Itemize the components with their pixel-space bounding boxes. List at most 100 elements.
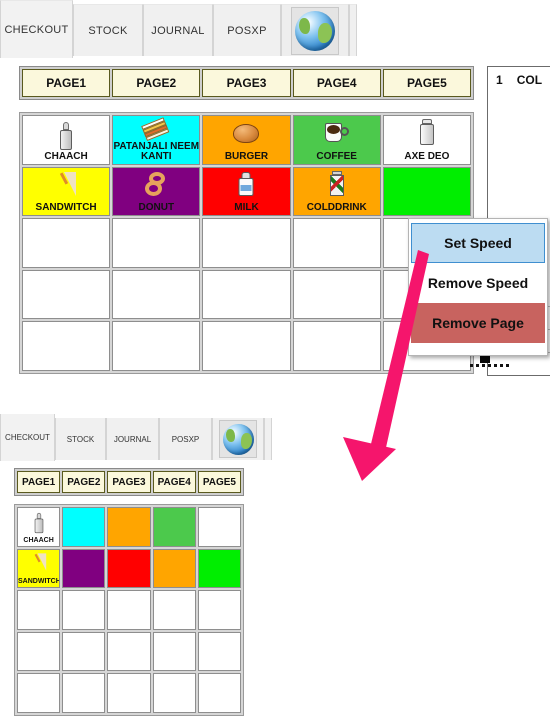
page-button-3[interactable]: PAGE3 — [202, 69, 291, 97]
tab-journal[interactable]: JOURNAL — [143, 4, 213, 56]
tab2-stock[interactable]: STOCK — [55, 418, 106, 460]
page-button-4-label: PAGE4 — [316, 76, 357, 90]
speed-button-chaach[interactable]: CHAACH — [22, 115, 111, 165]
speed2-button-coffee[interactable] — [152, 507, 196, 547]
tab2-checkout[interactable]: CHECKOUT — [0, 414, 55, 461]
page2-button-5[interactable]: PAGE5 — [197, 471, 242, 493]
page-button-4[interactable]: PAGE4 — [292, 69, 381, 97]
speed2-button-empty[interactable] — [152, 673, 196, 713]
tab2-journal[interactable]: JOURNAL — [106, 418, 159, 460]
speed2-button-empty[interactable] — [62, 590, 106, 630]
tab2-posxp-label: POSXP — [171, 434, 200, 444]
page2-button-4[interactable]: PAGE4 — [152, 471, 196, 493]
secondary-tab-strip: CHECKOUT STOCK JOURNAL POSXP — [0, 414, 550, 462]
speed2-button-empty[interactable] — [152, 631, 196, 672]
page-button-2[interactable]: PAGE2 — [112, 69, 201, 97]
speed2-button-empty[interactable] — [107, 631, 151, 672]
speed2-button-burger[interactable] — [107, 507, 151, 547]
speed2-chaach-label: CHAACH — [23, 536, 54, 544]
speed-button-empty[interactable] — [22, 269, 111, 320]
receipt-line-number: 1 — [496, 73, 503, 87]
speed-button-colddrink[interactable]: COLDDRINK — [292, 166, 381, 217]
speed2-button-empty[interactable] — [107, 673, 151, 713]
speed-button-empty[interactable] — [112, 321, 201, 371]
speed-button-donut[interactable]: DONUT — [112, 166, 201, 217]
speed2-button-milk[interactable] — [107, 548, 151, 589]
speed-button-burger-label: BURGER — [224, 150, 269, 162]
speed2-button-empty[interactable] — [62, 631, 106, 672]
speed2-button-empty[interactable] — [152, 590, 196, 630]
speed2-button-empty[interactable] — [17, 590, 61, 630]
product-speed-button-grid-2: CHAACH SANDWITCH — [14, 504, 244, 716]
speed-button-context-menu: Set Speed Remove Speed Remove Page — [408, 218, 548, 356]
cola-can-icon — [329, 170, 344, 196]
screenshot-root: CHECKOUT STOCK JOURNAL POSXP PAGE1 PAGE2… — [0, 0, 550, 716]
coffee-cup-icon — [324, 121, 349, 143]
speed-button-empty[interactable] — [22, 218, 111, 268]
page-button-5[interactable]: PAGE5 — [382, 69, 472, 97]
speed-button-empty[interactable] — [202, 321, 291, 371]
speed-button-empty[interactable] — [202, 269, 291, 320]
speed2-button-empty-green[interactable] — [197, 548, 241, 589]
speed-button-empty[interactable] — [292, 218, 381, 268]
tab2-checkout-label: CHECKOUT — [5, 433, 50, 442]
bottom-application-window: CHECKOUT STOCK JOURNAL POSXP PAGE1 PAGE2… — [0, 414, 550, 716]
speed-button-empty[interactable] — [112, 269, 201, 320]
speed-button-milk[interactable]: MILK — [202, 166, 291, 217]
page-button-1[interactable]: PAGE1 — [22, 69, 111, 97]
sandwich-icon — [54, 171, 78, 196]
speed2-button-empty[interactable] — [107, 590, 151, 630]
speed2-button-chaach[interactable]: CHAACH — [17, 507, 61, 547]
speed2-button-empty[interactable] — [17, 673, 61, 713]
tab-checkout[interactable]: CHECKOUT — [0, 0, 73, 58]
speed2-button-patanjali[interactable] — [62, 507, 106, 547]
speed2-button-empty[interactable] — [197, 590, 241, 630]
speed-button-axe-deo-label: AXE DEO — [404, 150, 450, 162]
page2-button-4-label: PAGE4 — [157, 476, 191, 488]
speed2-button-empty[interactable] — [197, 673, 241, 713]
bottle-icon — [60, 122, 73, 150]
sandwich-icon-2 — [30, 552, 47, 571]
tab2-stock-label: STOCK — [66, 434, 95, 444]
speed2-button-axe-deo[interactable] — [197, 507, 241, 547]
donuts-icon — [143, 171, 169, 196]
speed-button-sandwitch[interactable]: SANDWITCH — [22, 166, 111, 217]
tab-stock-label: STOCK — [88, 24, 128, 37]
tab2-posxp[interactable]: POSXP — [159, 418, 212, 460]
speed-button-empty[interactable] — [292, 269, 381, 320]
speed2-button-donut[interactable] — [62, 548, 106, 589]
context-menu-item-remove-page[interactable]: Remove Page — [411, 303, 545, 343]
page-button-bar: PAGE1 PAGE2 PAGE3 PAGE4 PAGE5 — [19, 66, 474, 100]
speed2-button-empty[interactable] — [62, 673, 106, 713]
speed2-button-empty[interactable] — [197, 631, 241, 672]
bun-icon — [233, 124, 260, 143]
page2-button-2[interactable]: PAGE2 — [62, 471, 106, 493]
page2-button-1[interactable]: PAGE1 — [17, 471, 61, 493]
speed-button-axe-deo[interactable]: AXE DEO — [382, 115, 471, 165]
tab2-web[interactable] — [212, 418, 264, 460]
speed2-button-sandwitch[interactable]: SANDWITCH — [17, 548, 61, 589]
speed-button-empty[interactable] — [202, 218, 291, 268]
tab-web[interactable] — [281, 4, 349, 56]
tab-posxp-label: POSXP — [227, 24, 267, 37]
speed2-button-empty[interactable] — [17, 631, 61, 672]
speed-button-patanjali-neem-kanti[interactable]: PATANJALI NEEM KANTI — [112, 115, 201, 165]
top-application-window: CHECKOUT STOCK JOURNAL POSXP PAGE1 PAGE2… — [0, 0, 550, 412]
speed-button-empty[interactable] — [292, 321, 381, 371]
context-menu-remove-page-label: Remove Page — [432, 315, 524, 331]
page-button-1-label: PAGE1 — [46, 76, 86, 90]
speed-button-coffee[interactable]: COFFEE — [292, 115, 381, 165]
speed-button-empty[interactable] — [112, 218, 201, 268]
bottle-icon-2 — [34, 512, 43, 534]
context-menu-set-speed-label: Set Speed — [444, 235, 512, 251]
tab-posxp[interactable]: POSXP — [213, 4, 281, 56]
speed-button-empty[interactable] — [22, 321, 111, 371]
speed2-button-colddrink[interactable] — [152, 548, 196, 589]
page2-button-3[interactable]: PAGE3 — [107, 471, 151, 493]
context-menu-item-set-speed[interactable]: Set Speed — [411, 223, 545, 263]
tab-stock[interactable]: STOCK — [73, 4, 143, 56]
context-menu-item-remove-speed[interactable]: Remove Speed — [411, 263, 545, 303]
speed-button-burger[interactable]: BURGER — [202, 115, 291, 165]
selection-dotted-marker — [470, 364, 512, 367]
speed-button-empty-green[interactable] — [382, 166, 471, 217]
